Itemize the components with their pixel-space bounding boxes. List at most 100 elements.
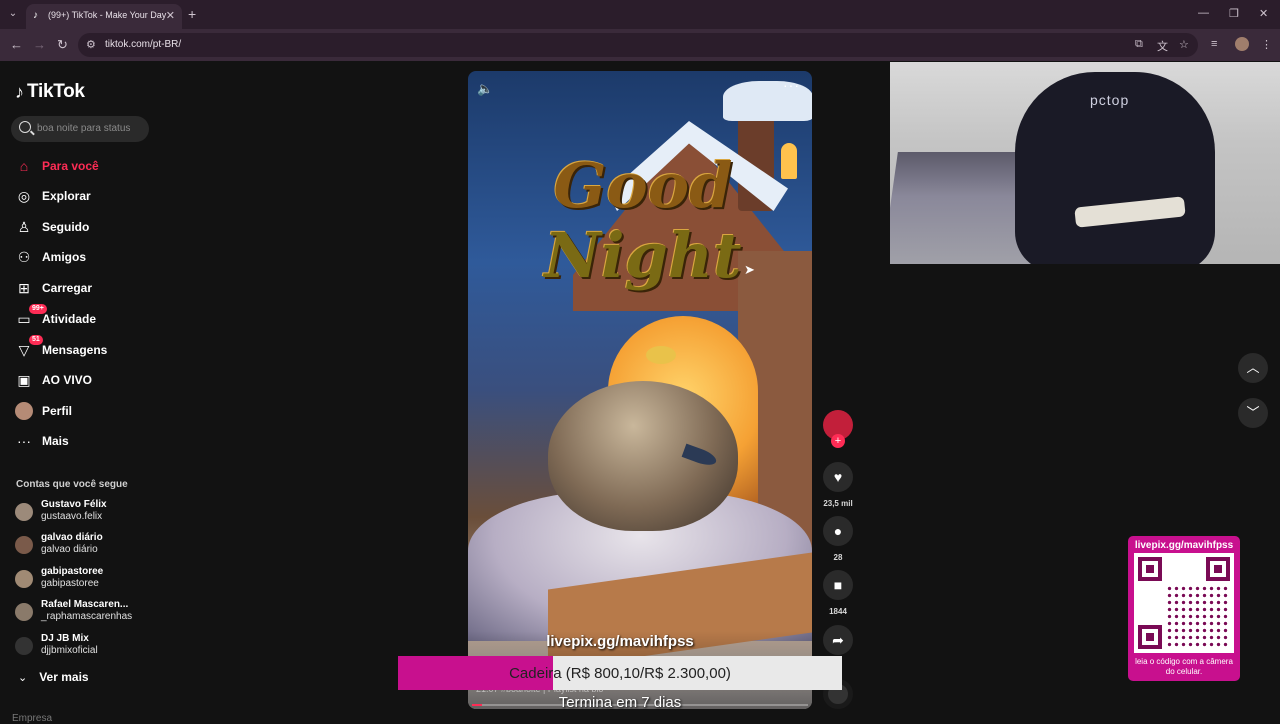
see-more-button[interactable]: ⌄ Ver mais xyxy=(18,670,89,684)
nav-label: Seguido xyxy=(42,220,90,234)
messages-badge: 51 xyxy=(29,335,43,345)
avatar xyxy=(15,570,33,588)
video-title-line-1: Good xyxy=(553,149,733,222)
live-icon: ▣ xyxy=(17,372,31,388)
heart-icon: ♥ xyxy=(833,469,843,485)
account-name: galvao diário xyxy=(41,532,103,543)
account-name: Rafael Mascaren... xyxy=(41,599,129,610)
video-title-art: Good Night xyxy=(508,151,778,291)
followed-account[interactable]: galvao diário galvao diário xyxy=(15,530,155,560)
close-window-icon[interactable]: ✕ xyxy=(1259,7,1268,20)
maximize-icon[interactable]: ❐ xyxy=(1229,7,1239,20)
save-count: 1844 xyxy=(829,607,847,616)
nav-label: Para você xyxy=(42,159,99,173)
search-input[interactable]: boa noite para status xyxy=(11,116,149,142)
more-options-icon[interactable]: ··· xyxy=(783,77,800,93)
minimize-icon[interactable]: — xyxy=(1198,7,1209,19)
followed-account[interactable]: Gustavo Félix gustaavo.felix xyxy=(15,497,155,527)
account-name: DJ JB Mix xyxy=(41,633,89,644)
donation-goal-text: Cadeira (R$ 800,10/R$ 2.300,00) xyxy=(509,665,731,682)
bookmark-icon: ■ xyxy=(833,577,843,593)
previous-video-button[interactable]: ︿ xyxy=(1238,353,1268,383)
webcam-overlay: pctop xyxy=(890,62,1280,264)
nav-item-mais[interactable]: ··· Mais xyxy=(15,430,155,452)
qr-modules xyxy=(1166,585,1228,647)
nav-label: Mensagens xyxy=(42,343,108,357)
nav-item-mensagens[interactable]: ▽ 51 Mensagens xyxy=(15,335,155,361)
video-scene-window xyxy=(781,143,797,179)
chevron-down-icon: ﹀ xyxy=(1246,405,1260,420)
media-control-icon[interactable]: ≡ xyxy=(1211,38,1217,50)
reload-icon[interactable]: ↻ xyxy=(57,37,68,53)
company-section-title: Empresa xyxy=(12,713,53,724)
nav-label: Atividade xyxy=(42,312,97,326)
followed-account[interactable]: Rafael Mascaren... _raphamascarenhas xyxy=(15,597,155,627)
tab-search-icon[interactable]: ⌄ xyxy=(6,7,20,21)
nav-item-amigos[interactable]: ⚇ Amigos xyxy=(15,246,155,268)
video-player[interactable]: Good Night 🔈 ··· 21:07 #boanoite | Playl… xyxy=(468,71,812,709)
avatar xyxy=(15,402,33,420)
nav-item-explorar[interactable]: ◎ Explorar xyxy=(15,185,155,207)
volume-icon[interactable]: 🔈 xyxy=(477,81,493,97)
save-button[interactable]: ■ xyxy=(823,570,853,600)
tiktok-favicon-icon: ♪ xyxy=(33,10,38,21)
nav-item-perfil[interactable]: Perfil xyxy=(15,400,155,422)
translate-icon[interactable]: 文 xyxy=(1157,38,1168,54)
logo-text: TikTok xyxy=(27,81,85,102)
qr-title: livepix.gg/mavihfpss xyxy=(1134,540,1234,551)
nav-label: Perfil xyxy=(42,404,73,418)
home-icon: ⌂ xyxy=(19,158,29,174)
nav-item-seguido[interactable]: ♙ Seguido xyxy=(15,216,155,238)
avatar xyxy=(15,603,33,621)
following-accounts-title: Contas que você segue xyxy=(16,479,128,490)
nav-item-para-voce[interactable]: ⌂ Para você xyxy=(15,155,155,177)
nav-item-carregar[interactable]: ⊞ Carregar xyxy=(15,277,155,299)
followed-account[interactable]: gabipastoree gabipastoree xyxy=(15,564,155,594)
nav-label: Mais xyxy=(42,434,69,448)
tiktok-logo[interactable]: ♪ TikTok xyxy=(15,79,85,105)
nav-item-ao-vivo[interactable]: ▣ AO VIVO xyxy=(15,369,155,391)
donation-goal-bar: Cadeira (R$ 800,10/R$ 2.300,00) xyxy=(398,656,842,690)
nav-label: AO VIVO xyxy=(42,373,93,387)
like-button[interactable]: ♥ xyxy=(823,462,853,492)
site-info-icon[interactable]: ⚙ xyxy=(86,38,96,51)
browser-profile-avatar[interactable] xyxy=(1235,37,1249,51)
livepix-url-overlay: livepix.gg/mavihfpss xyxy=(546,633,694,650)
follow-plus-icon[interactable]: + xyxy=(831,434,845,448)
qr-finder xyxy=(1206,557,1230,581)
activity-icon: ▭ 99+ xyxy=(15,304,47,328)
followed-account[interactable]: DJ JB Mix djjbmixoficial xyxy=(15,631,155,661)
url-text: tiktok.com/pt-BR/ xyxy=(105,39,182,50)
compass-icon: ◎ xyxy=(17,188,31,204)
back-icon[interactable]: ← xyxy=(10,37,23,52)
tiktok-note-icon: ♪ xyxy=(15,81,24,102)
address-bar: ← → ↻ ⚙ tiktok.com/pt-BR/ ⧉ 文 ☆ ≡ ⋮ xyxy=(0,29,1280,61)
new-tab-icon[interactable]: + xyxy=(188,6,196,22)
forward-icon[interactable]: → xyxy=(33,37,46,52)
url-field[interactable]: ⚙ tiktok.com/pt-BR/ xyxy=(78,33,1198,57)
browser-tab[interactable]: ♪ (99+) TikTok - Make Your Day ✕ xyxy=(26,4,182,29)
tab-close-icon[interactable]: ✕ xyxy=(166,9,175,22)
comment-button[interactable]: ● xyxy=(823,516,853,546)
nav-label: Explorar xyxy=(42,189,91,203)
video-title-line-2: Night xyxy=(544,219,742,292)
mouse-cursor-icon: ➤ xyxy=(744,262,755,277)
account-username: galvao diário xyxy=(41,544,98,555)
donation-goal-deadline: Termina em 7 dias xyxy=(558,694,682,711)
browser-menu-icon[interactable]: ⋮ xyxy=(1261,38,1272,51)
like-count: 23,5 mil xyxy=(823,499,853,508)
nav-item-atividade[interactable]: ▭ 99+ Atividade xyxy=(15,304,155,330)
webcam-chair-brand: pctop xyxy=(1090,92,1130,108)
bookmark-star-icon[interactable]: ☆ xyxy=(1179,38,1189,51)
share-button[interactable]: ➦ xyxy=(823,625,853,655)
qr-finder xyxy=(1138,557,1162,581)
account-name: Gustavo Félix xyxy=(41,499,107,510)
livepix-qr-panel: livepix.gg/mavihfpss leia o código com a… xyxy=(1128,536,1240,681)
chevron-down-icon: ⌄ xyxy=(18,671,28,684)
share-icon: ➦ xyxy=(832,632,844,648)
account-username: _raphamascarenhas xyxy=(41,611,133,622)
tab-title: (99+) TikTok - Make Your Day xyxy=(48,10,167,20)
install-app-icon[interactable]: ⧉ xyxy=(1135,38,1143,51)
next-video-button[interactable]: ﹀ xyxy=(1238,398,1268,428)
account-username: djjbmixoficial xyxy=(41,645,98,656)
